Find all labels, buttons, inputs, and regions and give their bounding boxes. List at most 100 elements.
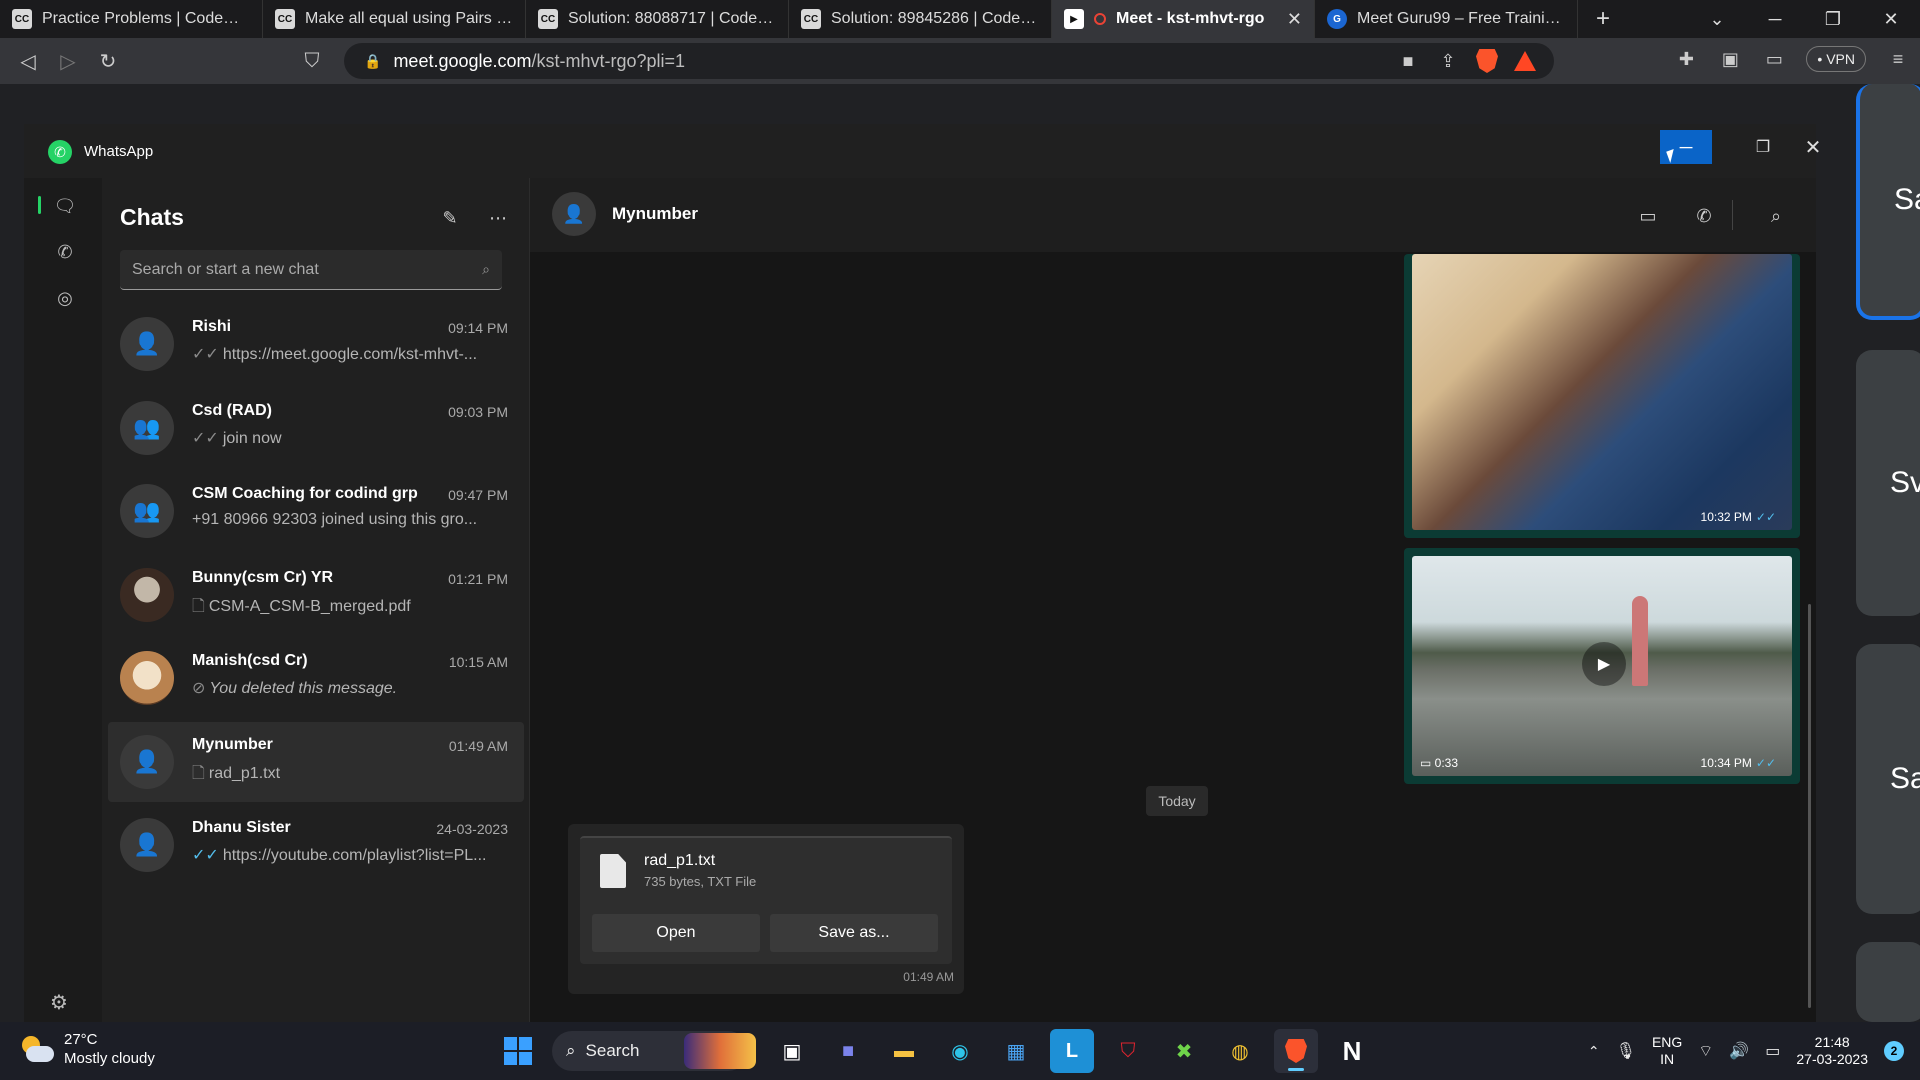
calls-icon[interactable]: ✆	[49, 236, 81, 268]
app-title: WhatsApp	[84, 143, 154, 160]
brave-icon[interactable]	[1274, 1029, 1318, 1073]
clock[interactable]: 21:48 27-03-2023	[1796, 1034, 1868, 1068]
wifi-icon[interactable]: ⌔	[1698, 1041, 1713, 1061]
tab-title: Solution: 88088717 | CodeChef	[568, 10, 776, 27]
n-app-icon[interactable]: N	[1330, 1029, 1374, 1073]
forward-icon[interactable]: ▷	[48, 41, 88, 81]
chat-last-message: ⊘ You deleted this message.	[192, 680, 398, 697]
weather-desc: Mostly cloudy	[64, 1050, 155, 1067]
file-explorer-icon[interactable]: ▬	[882, 1029, 926, 1073]
new-tab-button[interactable]: +	[1578, 0, 1628, 38]
browser-tab[interactable]: CC Make all equal using Pairs - Prob	[263, 0, 526, 38]
vpn-button[interactable]: • VPN	[1806, 46, 1866, 72]
address-bar[interactable]: 🔒 meet.google.com /kst-mhvt-rgo?pli=1 ■ …	[344, 43, 1554, 79]
play-icon[interactable]: ▶	[1582, 642, 1626, 686]
taskbar-search[interactable]: ⌕ Search	[552, 1031, 756, 1071]
contact-name[interactable]: Mynumber	[612, 204, 698, 224]
close-button[interactable]: ✕	[1790, 130, 1836, 164]
whatsapp-logo-icon: ✆	[48, 140, 72, 164]
l-app-icon[interactable]: L	[1050, 1029, 1094, 1073]
contact-avatar[interactable]: 👤	[552, 192, 596, 236]
new-chat-icon[interactable]: ✎	[436, 204, 464, 232]
share-icon[interactable]: ⇪	[1436, 49, 1460, 73]
menu-icon[interactable]: ≡	[1886, 47, 1910, 71]
sidebar-icon[interactable]: ▣	[1718, 47, 1742, 71]
chat-time: 01:49 AM	[448, 737, 508, 754]
image-message[interactable]: 10:32 PM ✓✓	[1404, 254, 1800, 538]
lock-icon: 🔒	[364, 52, 382, 69]
file-meta: 735 bytes, TXT File	[644, 874, 757, 889]
voice-call-icon[interactable]: ✆	[1690, 202, 1718, 230]
codechef-favicon-icon: CC	[538, 9, 558, 29]
maximize-button[interactable]: ❐	[1804, 0, 1862, 38]
settings-icon[interactable]: ⚙	[50, 990, 68, 1015]
tab-close-icon[interactable]: ✕	[1287, 9, 1302, 30]
battery-icon[interactable]: ▭	[1765, 1041, 1780, 1061]
restore-button[interactable]: ❐	[1740, 130, 1786, 164]
extensions-icon[interactable]: ✚	[1674, 47, 1698, 71]
language-indicator[interactable]: ENG IN	[1652, 1034, 1682, 1068]
chats-icon[interactable]: 🗨	[49, 190, 81, 222]
search-icon: ⌕	[482, 261, 490, 277]
meet-participant-tile[interactable]: Sa	[1856, 84, 1920, 320]
search-icon[interactable]: ⌕	[1762, 202, 1790, 230]
more-options-icon[interactable]: ⋯	[484, 204, 512, 232]
volume-icon[interactable]: 🔊	[1729, 1041, 1749, 1061]
microsoft-store-icon[interactable]: ▦	[994, 1029, 1038, 1073]
brave-shields-icon[interactable]	[1476, 49, 1498, 73]
xbox-icon[interactable]: ✖	[1162, 1029, 1206, 1073]
chat-time: 09:03 PM	[448, 403, 508, 420]
chat-list-item[interactable]: 👤 Dhanu Sister 24-03-2023 ✓✓ https://youtube…	[108, 805, 524, 885]
codechef-favicon-icon: CC	[275, 9, 295, 29]
brave-rewards-icon[interactable]	[1514, 51, 1536, 71]
meet-participant-tile[interactable]	[1856, 942, 1920, 1022]
chevron-up-icon[interactable]: ⌃	[1588, 1043, 1600, 1060]
notification-badge[interactable]: 2	[1884, 1041, 1904, 1061]
search-input[interactable]: Search or start a new chat ⌕	[120, 250, 502, 290]
chat-list-item[interactable]: 👤 Rishi 09:14 PM ✓✓ https://meet.google.com/…	[108, 304, 524, 384]
teams-icon[interactable]: ■	[826, 1029, 870, 1073]
back-icon[interactable]: ◁	[8, 41, 48, 81]
chat-list-item[interactable]: 👤 Mynumber 01:49 AM 🗋 rad_p1.txt	[108, 721, 524, 802]
chat-list-item[interactable]: Manish(csd Cr) 10:15 AM ⊘ You deleted this …	[108, 638, 524, 718]
status-icon[interactable]: ◎	[49, 282, 81, 314]
microphone-icon[interactable]: 🎙	[1616, 1041, 1636, 1061]
meet-participant-tile[interactable]: Sv	[1856, 350, 1920, 616]
browser-tab[interactable]: CC Solution: 88088717 | CodeChef	[526, 0, 789, 38]
save-as-button[interactable]: Save as...	[770, 914, 938, 952]
chrome-icon[interactable]: ◍	[1218, 1029, 1262, 1073]
browser-tab[interactable]: G Meet Guru99 – Free Training Tut	[1315, 0, 1578, 38]
mcafee-icon[interactable]: ⛉	[1106, 1029, 1150, 1073]
chat-time: 09:47 PM	[448, 487, 508, 503]
bookmark-icon[interactable]: ⛉	[292, 41, 332, 81]
chat-list-item[interactable]: 👥 CSM Coaching for codind grp 09:47 PM +91 …	[108, 471, 524, 551]
divider	[1732, 200, 1733, 230]
whatsapp-titlebar: ✆ WhatsApp ─ ❐ ✕	[24, 124, 1821, 178]
tab-search-button[interactable]: ⌄	[1688, 0, 1746, 38]
video-message[interactable]: ▶ ▭ 0:33 10:34 PM ✓✓	[1404, 548, 1800, 784]
browser-tab[interactable]: CC Solution: 89845286 | CodeChef	[789, 0, 1052, 38]
weather-widget[interactable]: 27°C Mostly cloudy	[20, 1030, 155, 1068]
scrollbar[interactable]	[1808, 604, 1811, 1008]
read-receipt-icon: ✓✓	[192, 847, 219, 864]
browser-tab[interactable]: ▶ Meet - kst-mhvt-rgo ✕	[1052, 0, 1315, 38]
browser-tab[interactable]: CC Practice Problems | CodeChef	[0, 0, 263, 38]
meet-participant-tile[interactable]: Sa	[1856, 644, 1920, 914]
minimize-button[interactable]: ─	[1746, 0, 1804, 38]
camera-icon[interactable]: ■	[1396, 49, 1420, 73]
start-icon[interactable]	[496, 1029, 540, 1073]
chat-list-item[interactable]: 👥 Csd (RAD) 09:03 PM ✓✓ join now	[108, 388, 524, 468]
close-button[interactable]: ✕	[1862, 0, 1920, 38]
tab-title: Practice Problems | CodeChef	[42, 10, 250, 27]
video-call-icon[interactable]: ▭	[1634, 202, 1662, 230]
read-receipt-icon: ✓✓	[192, 346, 219, 363]
search-icon: ⌕	[566, 1041, 576, 1060]
chat-list-item[interactable]: Bunny(csm Cr) YR 01:21 PM 🗋 CSM-A_CSM-B_mer…	[108, 555, 524, 635]
chat-time: 01:21 PM	[448, 570, 508, 587]
reload-icon[interactable]: ↻	[88, 41, 128, 81]
open-button[interactable]: Open	[592, 914, 760, 952]
edge-icon[interactable]: ◉	[938, 1029, 982, 1073]
task-view-icon[interactable]: ▣	[770, 1029, 814, 1073]
wallet-icon[interactable]: ▭	[1762, 47, 1786, 71]
file-card[interactable]: rad_p1.txt 735 bytes, TXT File Open Save…	[580, 836, 952, 964]
